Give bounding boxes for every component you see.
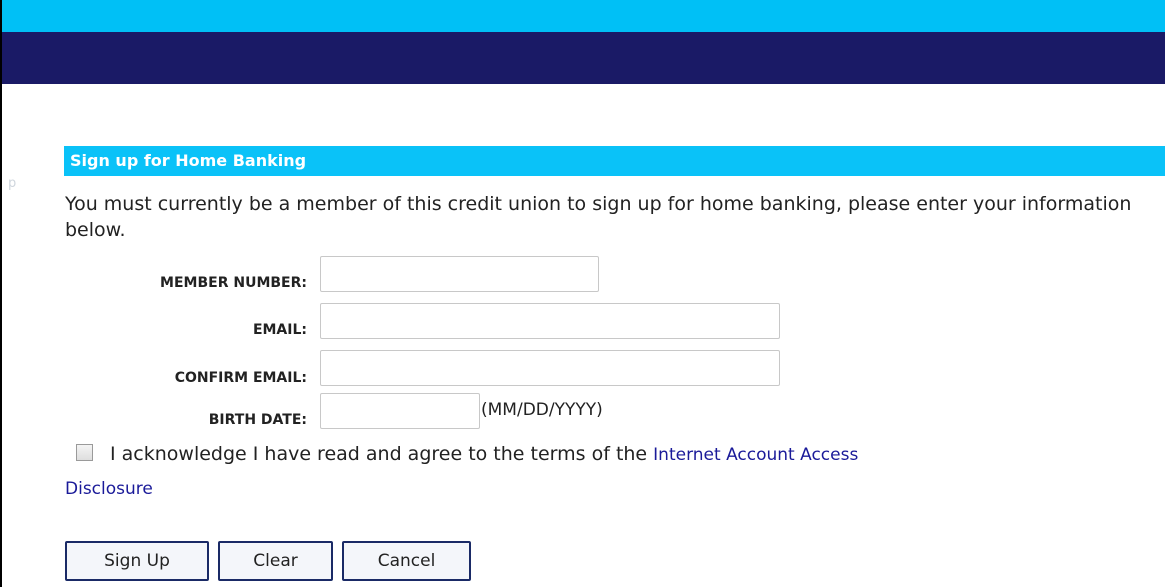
birth-date-label: BIRTH DATE: <box>208 412 307 428</box>
disclosure-link-part1[interactable]: Internet Account Access <box>653 445 858 465</box>
window-left-border <box>0 0 2 587</box>
clear-button[interactable]: Clear <box>218 541 333 581</box>
confirm-email-label: CONFIRM EMAIL: <box>174 370 307 386</box>
background-text-fragment: p <box>8 176 17 191</box>
header-nav-bar <box>2 32 1165 84</box>
cancel-button[interactable]: Cancel <box>342 541 471 581</box>
birth-date-format-hint: (MM/DD/YYYY) <box>481 400 603 420</box>
section-header: Sign up for Home Banking <box>64 146 1165 176</box>
email-input[interactable] <box>320 303 780 339</box>
top-accent-bar <box>2 0 1165 32</box>
member-number-input[interactable] <box>320 256 599 292</box>
section-title: Sign up for Home Banking <box>70 151 307 170</box>
birth-date-input[interactable] <box>320 393 480 429</box>
acknowledge-text-block: I acknowledge I have read and agree to t… <box>110 441 1160 468</box>
member-number-label: MEMBER NUMBER: <box>160 275 307 291</box>
sign-up-button[interactable]: Sign Up <box>65 541 209 581</box>
disclosure-link-part2[interactable]: Disclosure <box>65 479 153 499</box>
acknowledge-checkbox[interactable] <box>76 444 93 461</box>
email-label: EMAIL: <box>252 322 307 338</box>
acknowledge-text: I acknowledge I have read and agree to t… <box>110 443 654 465</box>
confirm-email-input[interactable] <box>320 350 780 386</box>
intro-text: You must currently be a member of this c… <box>65 193 1132 241</box>
